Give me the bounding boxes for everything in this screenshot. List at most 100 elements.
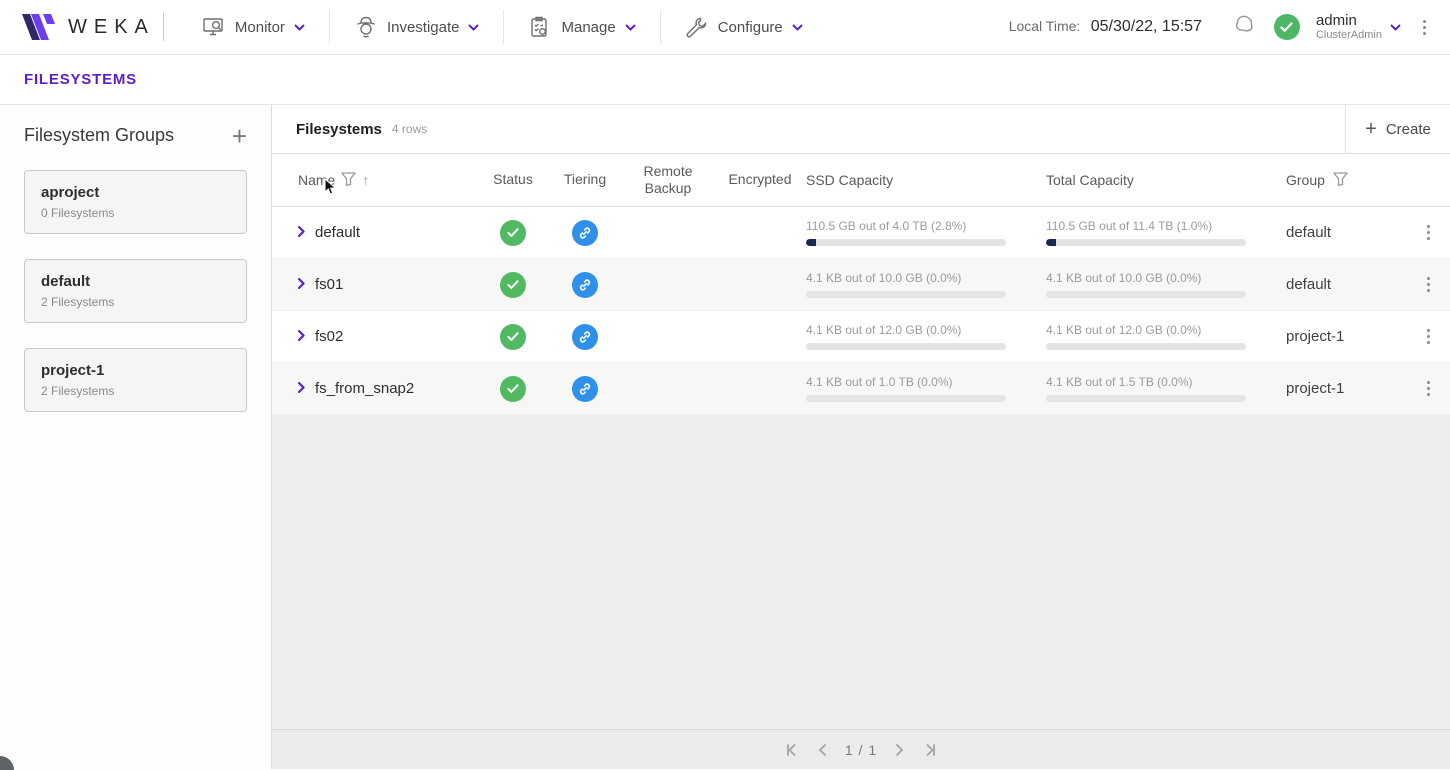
filter-icon[interactable]: [1333, 172, 1348, 189]
filesystem-groups-sidebar: Filesystem Groups + aproject 0 Filesyste…: [0, 105, 272, 769]
group-card-project-1[interactable]: project-1 2 Filesystems: [24, 348, 247, 412]
chevron-down-icon: [294, 18, 305, 36]
prev-page-icon[interactable]: [817, 743, 827, 757]
ssd-capacity-text: 4.1 KB out of 10.0 GB (0.0%): [806, 271, 1008, 285]
menu-investigate[interactable]: Investigate: [330, 10, 505, 44]
group-cell: default: [1286, 224, 1408, 241]
row-actions: [1408, 273, 1449, 296]
page-title: FILESYSTEMS: [24, 71, 137, 88]
table-row[interactable]: default 110.5 GB out: [272, 207, 1450, 259]
tiering-link-icon[interactable]: [572, 324, 598, 350]
menu-monitor[interactable]: Monitor: [178, 10, 330, 44]
menu-monitor-label: Monitor: [235, 19, 285, 36]
local-time-label: Local Time:: [1009, 18, 1081, 34]
menu-manage[interactable]: Manage: [504, 10, 660, 44]
group-name: default: [41, 273, 230, 290]
group-name: aproject: [41, 184, 230, 201]
user-name: admin: [1316, 13, 1382, 30]
status-cell: [478, 324, 548, 350]
column-header-tiering[interactable]: Tiering: [548, 171, 622, 189]
column-header-group[interactable]: Group: [1286, 172, 1408, 189]
filesystem-name: fs01: [315, 276, 343, 293]
expand-chevron-icon[interactable]: [298, 224, 305, 241]
cluster-health-icon[interactable]: [1274, 14, 1300, 40]
group-cell: project-1: [1286, 328, 1408, 345]
notifications-bell-icon[interactable]: [1232, 12, 1258, 43]
column-label: Tiering: [564, 171, 606, 189]
table-row[interactable]: fs02 4.1 KB out of 1: [272, 311, 1450, 363]
filesystem-name-cell[interactable]: fs02: [272, 328, 478, 345]
weka-logo-icon: [22, 14, 56, 40]
add-group-icon[interactable]: +: [232, 126, 247, 146]
column-header-total-capacity[interactable]: Total Capacity: [1046, 172, 1286, 188]
filesystems-panel: Filesystems 4 rows + Create Name ↑ Statu…: [272, 105, 1450, 769]
table-row[interactable]: fs_from_snap2 4.1 KB: [272, 363, 1450, 415]
total-capacity-text: 4.1 KB out of 12.0 GB (0.0%): [1046, 323, 1248, 337]
table-header-row: Name ↑ Status Tiering Remote Backup Encr…: [272, 154, 1450, 207]
filesystem-name: fs02: [315, 328, 343, 345]
user-info: admin ClusterAdmin: [1316, 13, 1382, 42]
row-kebab-menu-icon[interactable]: [1421, 273, 1436, 296]
filesystem-name-cell[interactable]: fs_from_snap2: [272, 380, 478, 397]
status-ok-icon[interactable]: [500, 376, 526, 402]
menu-configure-label: Configure: [718, 19, 783, 36]
last-page-icon[interactable]: [923, 743, 938, 757]
filesystem-name-cell[interactable]: default: [272, 224, 478, 241]
table-title-area: Filesystems 4 rows: [272, 105, 1345, 153]
column-header-status[interactable]: Status: [478, 171, 548, 189]
local-time: Local Time: 05/30/22, 15:57: [1009, 18, 1202, 36]
row-kebab-menu-icon[interactable]: [1421, 377, 1436, 400]
row-actions: [1408, 377, 1449, 400]
table-toolbar: Filesystems 4 rows + Create: [272, 105, 1450, 154]
chevron-down-icon: [468, 18, 479, 36]
expand-chevron-icon[interactable]: [298, 276, 305, 293]
row-kebab-menu-icon[interactable]: [1421, 221, 1436, 244]
column-header-encrypted[interactable]: Encrypted: [714, 171, 806, 189]
column-header-name[interactable]: Name ↑: [272, 172, 478, 189]
menu-configure[interactable]: Configure: [661, 10, 827, 44]
status-cell: [478, 376, 548, 402]
expand-chevron-icon[interactable]: [298, 328, 305, 345]
filesystem-name-cell[interactable]: fs01: [272, 276, 478, 293]
first-page-icon[interactable]: [784, 743, 799, 757]
weka-logo[interactable]: WEKA: [22, 14, 155, 40]
column-label: Encrypted: [728, 171, 791, 189]
user-menu[interactable]: admin ClusterAdmin: [1316, 13, 1401, 42]
column-header-ssd-capacity[interactable]: SSD Capacity: [806, 172, 1046, 188]
row-kebab-menu-icon[interactable]: [1421, 325, 1436, 348]
page-indicator: 1 / 1: [845, 742, 877, 758]
group-card-aproject[interactable]: aproject 0 Filesystems: [24, 170, 247, 234]
ssd-capacity-cell: 4.1 KB out of 12.0 GB (0.0%): [806, 323, 1046, 350]
ssd-capacity-text: 4.1 KB out of 12.0 GB (0.0%): [806, 323, 1008, 337]
column-label: Total Capacity: [1046, 172, 1134, 188]
chevron-down-icon: [792, 18, 803, 36]
filter-icon[interactable]: [341, 172, 356, 189]
total-capacity-bar: [1046, 343, 1246, 350]
investigate-icon: [354, 16, 378, 38]
group-card-default[interactable]: default 2 Filesystems: [24, 259, 247, 323]
table-body: default 110.5 GB out: [272, 207, 1450, 415]
kebab-menu-icon[interactable]: [1417, 16, 1432, 39]
tiering-link-icon[interactable]: [572, 272, 598, 298]
status-cell: [478, 220, 548, 246]
status-ok-icon[interactable]: [500, 220, 526, 246]
menu-investigate-label: Investigate: [387, 19, 460, 36]
topbar-right: Local Time: 05/30/22, 15:57 admin Cluste…: [1009, 12, 1432, 43]
tiering-link-icon[interactable]: [572, 220, 598, 246]
sort-asc-icon[interactable]: ↑: [362, 172, 369, 188]
table-title: Filesystems: [296, 121, 382, 138]
expand-chevron-icon[interactable]: [298, 380, 305, 397]
total-capacity-text: 110.5 GB out of 11.4 TB (1.0%): [1046, 219, 1248, 233]
status-ok-icon[interactable]: [500, 324, 526, 350]
next-page-icon[interactable]: [895, 743, 905, 757]
ssd-capacity-bar: [806, 343, 1006, 350]
tiering-cell: [548, 324, 622, 350]
create-button[interactable]: + Create: [1345, 105, 1450, 153]
status-ok-icon[interactable]: [500, 272, 526, 298]
table-row[interactable]: fs01 4.1 KB out of 1: [272, 259, 1450, 311]
plus-icon: +: [1365, 118, 1377, 141]
column-header-remote-backup[interactable]: Remote Backup: [622, 163, 714, 198]
column-label: SSD Capacity: [806, 172, 893, 188]
tiering-link-icon[interactable]: [572, 376, 598, 402]
column-label: Status: [493, 171, 533, 189]
